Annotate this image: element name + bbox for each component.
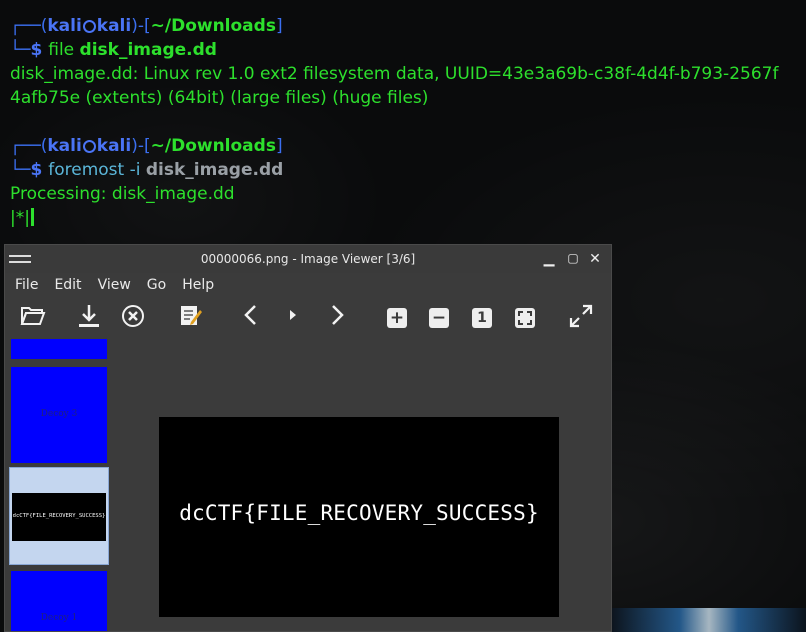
- output-line: 4afb75e (extents) (64bit) (large files) …: [10, 88, 429, 108]
- fullscreen-icon[interactable]: [567, 303, 595, 331]
- kali-icon: [82, 20, 96, 33]
- menu-bar: File Edit View Go Help: [5, 273, 611, 299]
- wallpaper-art: [612, 608, 806, 632]
- menu-edit[interactable]: Edit: [44, 273, 87, 293]
- open-icon[interactable]: [19, 303, 47, 331]
- play-icon[interactable]: [279, 303, 307, 331]
- window-title: 00000066.png - Image Viewer [3/6]: [200, 252, 416, 266]
- maximize-icon[interactable]: ▢: [565, 251, 581, 265]
- thumbnail[interactable]: [11, 339, 107, 359]
- kali-icon: [82, 140, 96, 153]
- thumbnail-selected[interactable]: dcCTF{FILE_RECOVERY_SUCCESS}: [9, 467, 109, 565]
- image-flag-text: dcCTF{FILE_RECOVERY_SUCCESS}: [179, 501, 539, 525]
- text-cursor: [30, 208, 34, 226]
- previous-icon[interactable]: [237, 303, 265, 331]
- zoom-out-icon[interactable]: −: [429, 308, 449, 328]
- menu-view[interactable]: View: [88, 273, 137, 293]
- fit-icon[interactable]: [515, 308, 535, 328]
- prompt-line-1: ┌──(kali kali)-[~/Downloads]: [10, 16, 283, 36]
- minimize-icon[interactable]: ▁: [541, 251, 557, 267]
- command-argument: disk_image.dd: [79, 40, 217, 60]
- prompt-path: ~/Downloads: [150, 136, 276, 156]
- toolbar: + − 1: [5, 299, 611, 335]
- title-bar[interactable]: 00000066.png - Image Viewer [3/6] ▁ ▢ ✕: [5, 245, 611, 273]
- next-icon[interactable]: [323, 303, 351, 331]
- thumbnail[interactable]: Decoy 3: [11, 367, 107, 463]
- save-icon[interactable]: [75, 303, 103, 331]
- viewer-content: Decoy 3 dcCTF{FILE_RECOVERY_SUCCESS} Dec…: [5, 337, 611, 631]
- terminal[interactable]: ┌──(kali kali)-[~/Downloads] └─$ file dis…: [10, 14, 800, 230]
- thumbnail-strip[interactable]: Decoy 3 dcCTF{FILE_RECOVERY_SUCCESS} Dec…: [9, 337, 113, 631]
- thumbnail[interactable]: Decoy 1: [11, 571, 107, 631]
- command-argument: disk_image.dd: [145, 160, 284, 180]
- zoom-100-icon[interactable]: 1: [472, 308, 492, 328]
- menu-file[interactable]: File: [5, 273, 44, 293]
- displayed-image[interactable]: dcCTF{FILE_RECOVERY_SUCCESS}: [159, 417, 559, 617]
- command-name: file: [48, 40, 75, 60]
- output-line: disk_image.dd: Linux rev 1.0 ext2 filesy…: [10, 64, 779, 84]
- menu-go[interactable]: Go: [137, 273, 172, 293]
- progress-spinner: |*|: [10, 206, 800, 230]
- command-name: foremost: [48, 160, 125, 180]
- command-line-1: └─$ file disk_image.dd: [10, 40, 217, 60]
- image-viewer-window[interactable]: 00000066.png - Image Viewer [3/6] ▁ ▢ ✕ …: [4, 244, 612, 632]
- edit-icon[interactable]: [177, 303, 205, 331]
- output-line: Processing: disk_image.dd: [10, 184, 235, 204]
- delete-icon[interactable]: [119, 303, 147, 331]
- close-icon[interactable]: ✕: [587, 251, 603, 267]
- menu-help[interactable]: Help: [172, 273, 220, 293]
- command-flag: -i: [129, 160, 141, 180]
- command-line-2: └─$ foremost -i disk_image.dd: [10, 160, 284, 180]
- prompt-path: ~/Downloads: [150, 16, 276, 36]
- prompt-line-2: ┌──(kali kali)-[~/Downloads]: [10, 136, 283, 156]
- zoom-in-icon[interactable]: +: [387, 308, 407, 328]
